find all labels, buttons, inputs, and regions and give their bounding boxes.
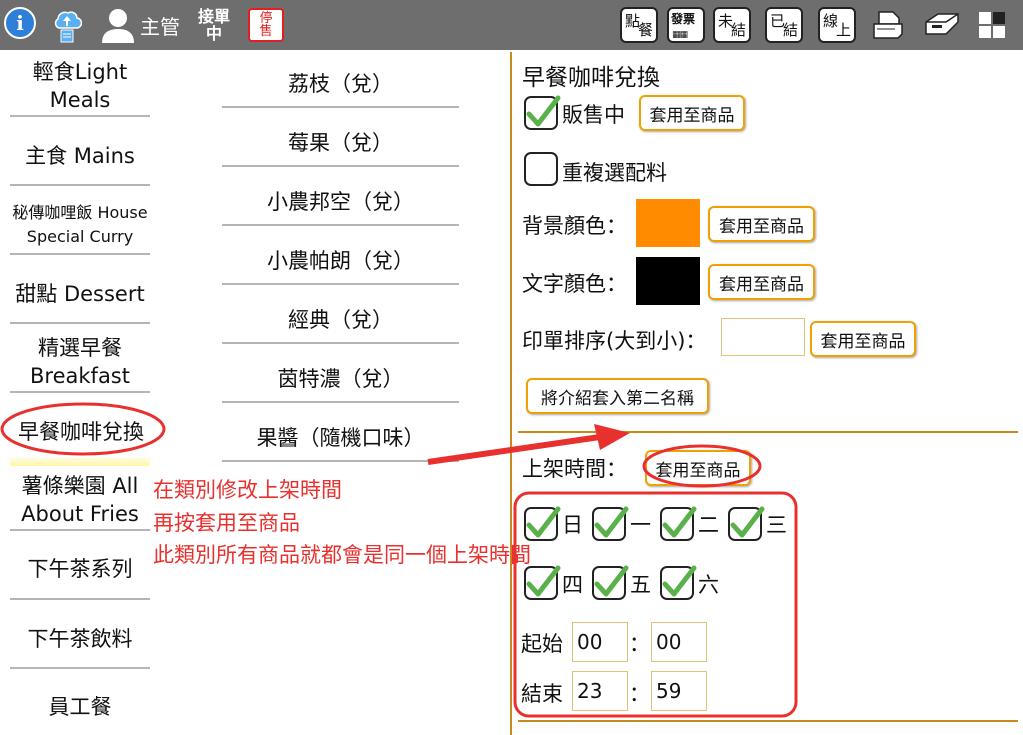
highlight-ellipse-category <box>0 402 166 456</box>
annotation-line3: 此類別所有商品就都會是同一個上架時間 <box>153 543 531 567</box>
annotation-arrow <box>427 434 601 465</box>
highlight-box-schedule <box>513 491 798 718</box>
annotation-line1: 在類別修改上架時間 <box>153 478 342 502</box>
annotation-line2: 再按套用至商品 <box>153 511 300 535</box>
highlight-ellipse-apply <box>642 444 762 488</box>
annotation-arrow-head <box>594 424 630 450</box>
annotation-overlay <box>0 402 798 718</box>
